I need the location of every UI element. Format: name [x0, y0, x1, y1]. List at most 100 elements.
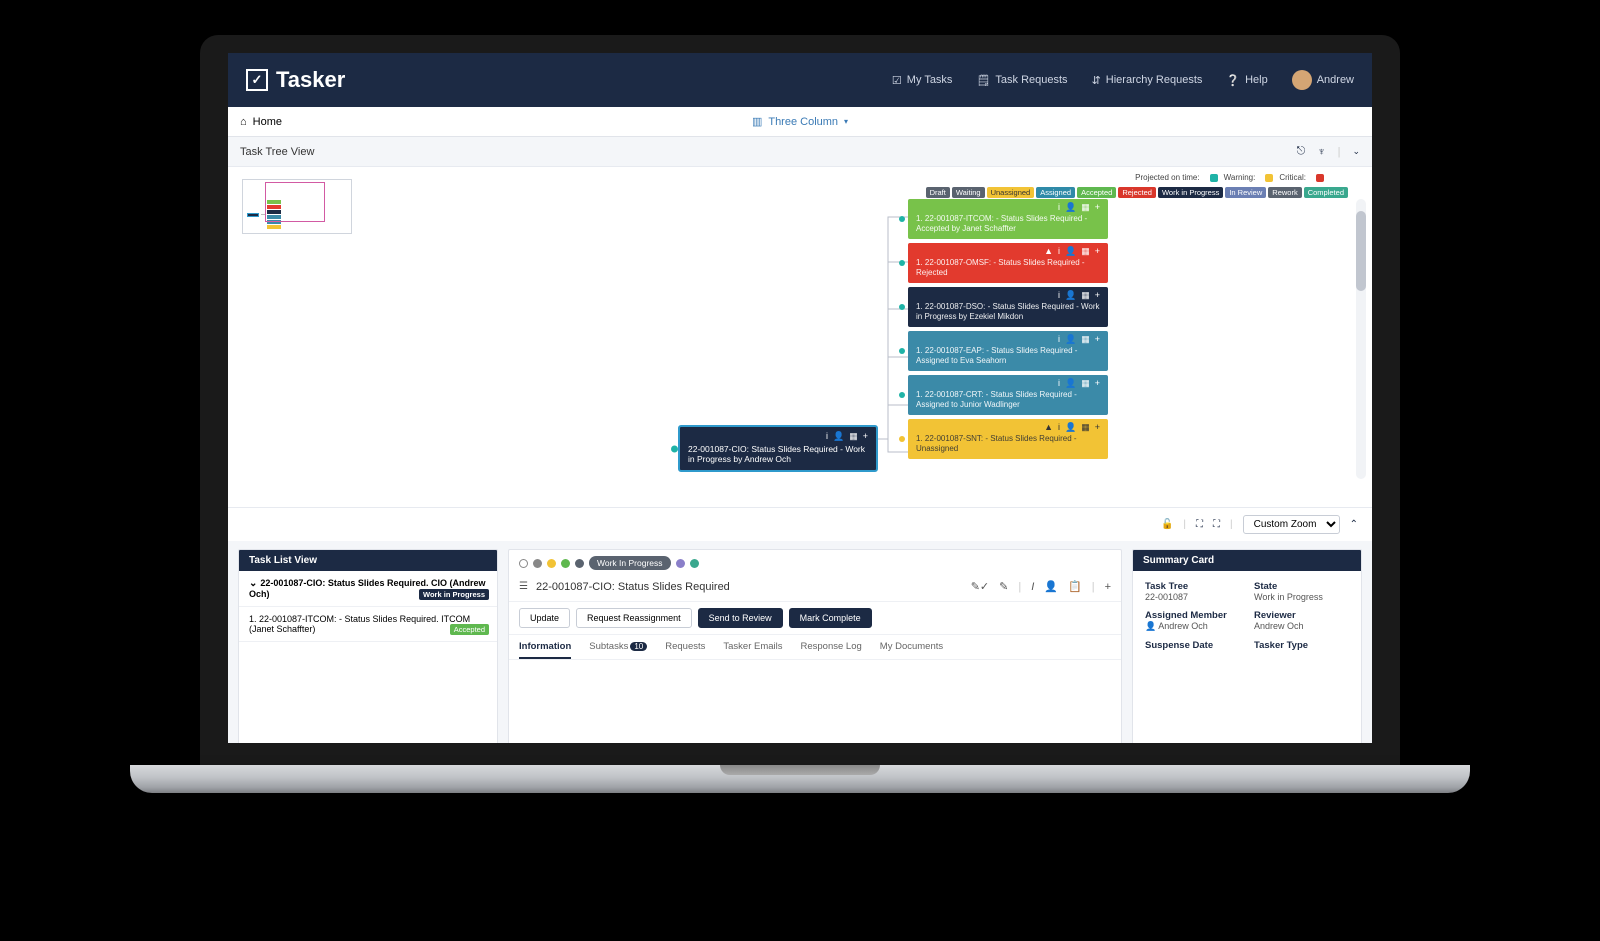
info-icon[interactable]: i: [826, 431, 828, 442]
legend-status-chip: Draft: [926, 187, 950, 198]
user-icon[interactable]: 👤: [1044, 580, 1058, 593]
tab-count-badge: 10: [630, 642, 647, 651]
info-icon[interactable]: i: [1058, 334, 1060, 345]
clipboard-icon[interactable]: 📋: [1068, 580, 1082, 593]
update-button[interactable]: Update: [519, 608, 570, 628]
nav-hierarchy-requests-label: Hierarchy Requests: [1106, 74, 1203, 86]
brand: ✓ Tasker: [246, 67, 345, 93]
view-mode-selector[interactable]: ▥ Three Column ▾: [752, 115, 848, 128]
nav-my-tasks-label: My Tasks: [907, 74, 953, 86]
chevron-up-icon[interactable]: ⌃: [1350, 519, 1358, 530]
summary-reviewer-label: Reviewer: [1254, 610, 1349, 621]
status-step-dot: [547, 559, 556, 568]
summary-reviewer-value: Andrew Och: [1254, 621, 1349, 631]
tree-child-node[interactable]: i👤▦+1. 22-001087-CRT: - Status Slides Re…: [908, 375, 1108, 415]
detail-tab[interactable]: Information: [519, 641, 571, 659]
mark-complete-button[interactable]: Mark Complete: [789, 608, 872, 628]
calendar-icon[interactable]: ▦: [1081, 246, 1090, 257]
detail-tab[interactable]: My Documents: [880, 641, 943, 659]
calendar-icon[interactable]: ▦: [849, 431, 858, 442]
tree-child-node[interactable]: i 👤 ▦ +1. 22-001087-EAP: - Status Slides Re…: [908, 331, 1108, 371]
info-icon[interactable]: i: [1058, 290, 1060, 301]
plus-icon[interactable]: +: [1095, 290, 1100, 301]
status-dot-icon: [899, 392, 905, 398]
warning-icon: ▲: [1044, 422, 1053, 433]
chevron-down-icon[interactable]: ⌄: [1352, 146, 1360, 157]
calendar-icon[interactable]: ▦: [1081, 334, 1090, 345]
user-icon[interactable]: 👤: [1065, 378, 1076, 389]
legend-warning-swatch: [1265, 174, 1273, 182]
user-icon[interactable]: 👤: [833, 431, 844, 442]
nav-task-requests[interactable]: 🗒 Task Requests: [976, 74, 1067, 87]
plus-icon[interactable]: +: [863, 431, 868, 442]
task-list-item[interactable]: 1. 22-001087-ITCOM: - Status Slides Requ…: [239, 607, 497, 642]
calendar-icon[interactable]: ▦: [1081, 290, 1090, 301]
calendar-icon[interactable]: ▦: [1081, 378, 1090, 389]
info-icon[interactable]: i: [1058, 246, 1060, 257]
plus-icon[interactable]: +: [1095, 378, 1100, 389]
summary-assigned-label: Assigned Member: [1145, 610, 1240, 621]
user-icon[interactable]: 👤: [1065, 290, 1076, 301]
user-icon[interactable]: 👤: [1065, 422, 1076, 433]
status-dot-icon: [899, 260, 905, 266]
legend-status-chip: In Review: [1225, 187, 1266, 198]
plus-icon[interactable]: +: [1105, 581, 1111, 593]
edit-icon[interactable]: ✎: [999, 580, 1008, 593]
summary-state-value: Work in Progress: [1254, 592, 1349, 602]
plus-icon[interactable]: +: [1095, 202, 1100, 213]
status-pill: Work In Progress: [589, 556, 671, 570]
zoom-extents-icon[interactable]: ⛶: [1213, 519, 1220, 530]
zoom-fit-icon[interactable]: ⛶: [1196, 519, 1203, 530]
minimap[interactable]: [242, 179, 352, 234]
calendar-icon[interactable]: ▦: [1081, 202, 1090, 213]
legend: Projected on time: Warning: Critical: Dr…: [710, 173, 1350, 197]
help-icon: ❔: [1226, 74, 1240, 87]
edit-check-icon[interactable]: ✎✓: [971, 580, 989, 593]
share-icon[interactable]: ⎋: [1297, 145, 1306, 158]
info-icon[interactable]: i: [1058, 202, 1060, 213]
tab-label: My Documents: [880, 641, 943, 652]
tree-root-node[interactable]: i 👤 ▦ + 22-001087-CIO: Status Slides Req…: [678, 425, 878, 472]
zoom-select[interactable]: Custom Zoom: [1243, 515, 1340, 534]
tree-child-node[interactable]: i👤▦+1. 22-001087-ITCOM: - Status Slides …: [908, 199, 1108, 239]
task-list-item[interactable]: ⌄22-001087-CIO: Status Slides Required. …: [239, 571, 497, 607]
nav-help[interactable]: ❔ Help: [1226, 74, 1267, 87]
summary-task-tree-value: 22-001087: [1145, 592, 1240, 602]
tree-child-node[interactable]: ▲ i 👤 ▦ +1. 22-001087-SNT: - Status Slides R…: [908, 419, 1108, 459]
legend-warning-label: Warning:: [1224, 173, 1256, 182]
detail-tab[interactable]: Response Log: [801, 641, 862, 659]
nav-hierarchy-requests[interactable]: ⇵ Hierarchy Requests: [1092, 74, 1203, 87]
nav-user[interactable]: Andrew: [1292, 70, 1354, 90]
child-node-text: 1. 22-001087-EAP: - Status Slides Requir…: [916, 346, 1100, 366]
detail-tab[interactable]: Tasker Emails: [723, 641, 782, 659]
unlock-icon[interactable]: 🔓: [1161, 519, 1173, 530]
nav-my-tasks[interactable]: ☑ My Tasks: [892, 74, 953, 87]
info-icon[interactable]: i: [1058, 422, 1060, 433]
child-node-text: 1. 22-001087-SNT: - Status Slides Requir…: [916, 434, 1100, 454]
detail-tab[interactable]: Subtasks10: [589, 641, 647, 659]
tree-canvas[interactable]: Projected on time: Warning: Critical: Dr…: [228, 167, 1372, 507]
detail-tab[interactable]: Requests: [665, 641, 705, 659]
tree-child-node[interactable]: ▲i👤▦+1. 22-001087-OMSF: - Status Slides …: [908, 243, 1108, 283]
user-icon[interactable]: 👤: [1065, 334, 1076, 345]
plus-icon[interactable]: +: [1095, 422, 1100, 433]
tree-child-node[interactable]: i 👤 ▦ +1. 22-001087-DSO: - Status Slides Re…: [908, 287, 1108, 327]
scrollbar[interactable]: [1356, 199, 1366, 479]
calendar-icon[interactable]: ▦: [1081, 422, 1090, 433]
brand-name: Tasker: [276, 67, 345, 93]
user-icon[interactable]: 👤: [1065, 246, 1076, 257]
user-icon[interactable]: 👤: [1065, 202, 1076, 213]
child-node-text: 1. 22-001087-DSO: - Status Slides Requir…: [916, 302, 1100, 322]
bottom-panels: Task List View ⌄22-001087-CIO: Status Sl…: [228, 541, 1372, 743]
plus-icon[interactable]: +: [1095, 334, 1100, 345]
italic-icon[interactable]: I: [1031, 581, 1034, 593]
info-icon[interactable]: i: [1058, 378, 1060, 389]
breadcrumb-home[interactable]: ⌂ Home: [240, 116, 282, 128]
root-node-text: 22-001087-CIO: Status Slides Required - …: [688, 444, 868, 464]
plus-icon[interactable]: +: [1095, 246, 1100, 257]
request-reassignment-button[interactable]: Request Reassignment: [576, 608, 692, 628]
status-dot-icon: [671, 445, 678, 452]
separator: |: [1338, 146, 1341, 158]
org-tree-icon[interactable]: ♆: [1317, 146, 1325, 158]
send-to-review-button[interactable]: Send to Review: [698, 608, 783, 628]
